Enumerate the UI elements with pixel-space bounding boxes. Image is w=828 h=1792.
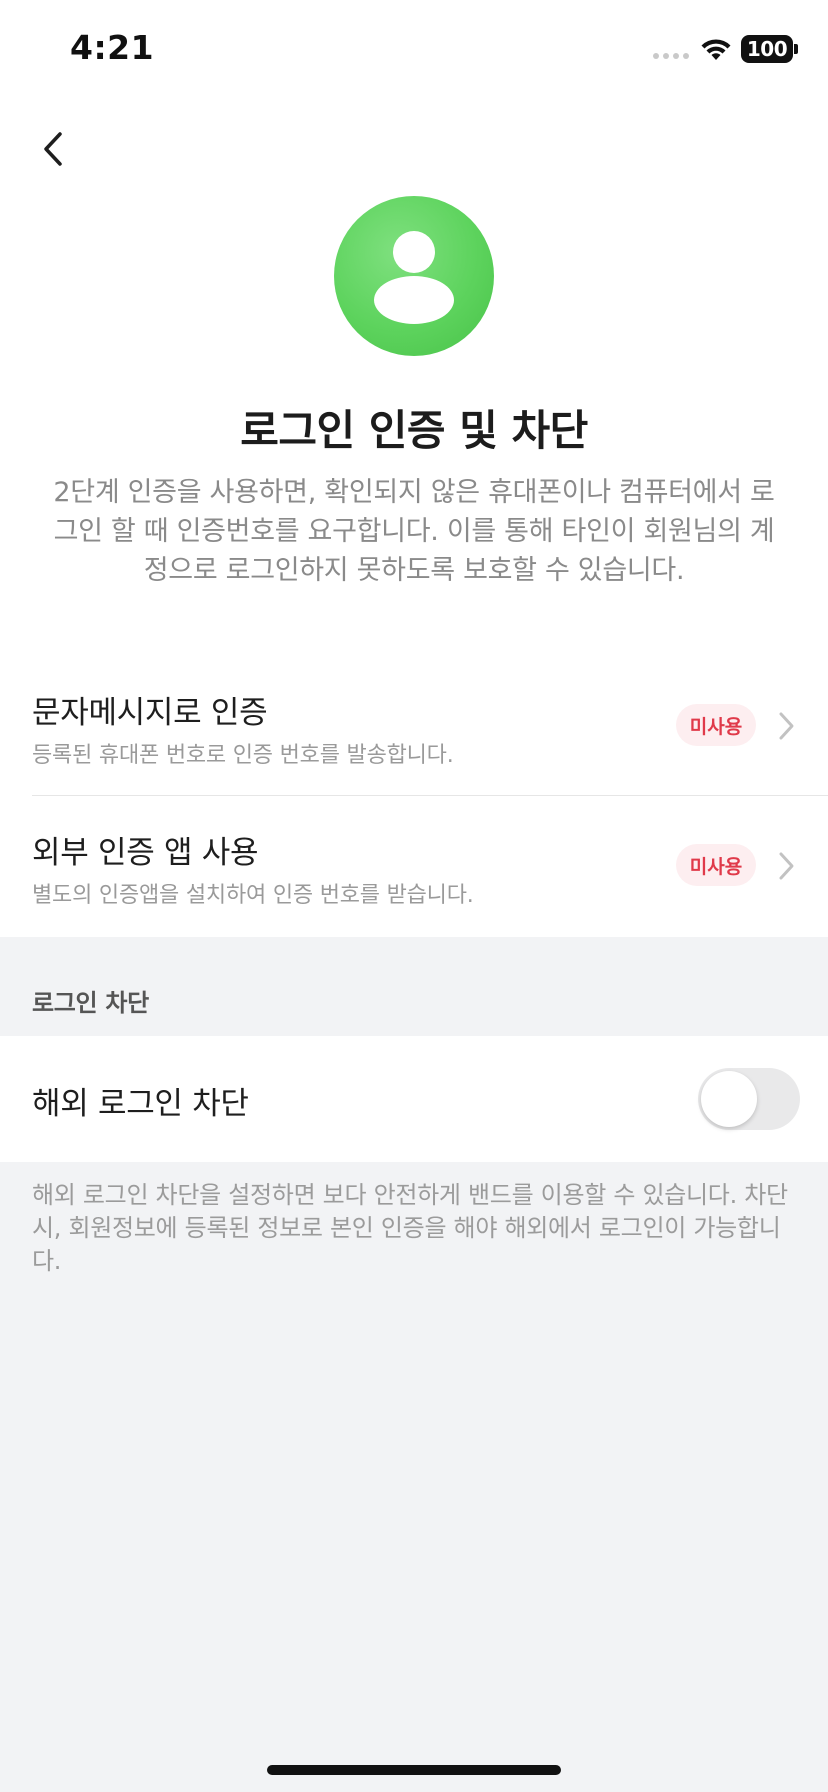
home-indicator xyxy=(267,1765,561,1775)
status-badge: 미사용 xyxy=(676,704,756,746)
battery-cap xyxy=(794,44,798,54)
chevron-right-icon xyxy=(779,712,794,740)
sms-auth-row[interactable]: 문자메시지로 인증 등록된 휴대폰 번호로 인증 번호를 발송합니다. 미사용 xyxy=(0,655,828,795)
status-badge: 미사용 xyxy=(676,844,756,886)
chevron-left-icon xyxy=(44,132,62,166)
overseas-login-block-label: 해외 로그인 차단 xyxy=(32,1086,249,1122)
sms-auth-subtitle: 등록된 휴대폰 번호로 인증 번호를 발송합니다. xyxy=(32,743,454,768)
person-icon xyxy=(374,231,454,324)
otp-app-auth-row[interactable]: 외부 인증 앱 사용 별도의 인증앱을 설치하여 인증 번호를 받습니다. 미사… xyxy=(0,796,828,936)
chevron-right-icon xyxy=(779,852,794,880)
wifi-icon xyxy=(701,39,731,60)
avatar xyxy=(334,196,494,356)
section-header-login-block: 로그인 차단 xyxy=(32,989,149,1017)
battery-indicator: 100 xyxy=(741,35,793,63)
otp-app-auth-title: 외부 인증 앱 사용 xyxy=(32,835,259,871)
toggle-knob xyxy=(701,1071,757,1127)
back-button[interactable] xyxy=(36,124,76,174)
status-time: 4:21 xyxy=(70,28,155,67)
otp-app-auth-subtitle: 별도의 인증앱을 설치하여 인증 번호를 받습니다. xyxy=(32,883,474,908)
cellular-signal-icon xyxy=(653,53,689,59)
overseas-login-block-toggle[interactable] xyxy=(698,1068,800,1130)
overseas-login-block-footnote: 해외 로그인 차단을 설정하면 보다 안전하게 밴드를 이용할 수 있습니다. … xyxy=(32,1181,788,1275)
page-title: 로그인 인증 및 차단 xyxy=(240,406,588,455)
sms-auth-title: 문자메시지로 인증 xyxy=(32,695,268,731)
overseas-login-block-row: 해외 로그인 차단 xyxy=(0,1036,828,1162)
page-description: 2단계 인증을 사용하면, 확인되지 않은 휴대폰이나 컴퓨터에서 로그인 할 … xyxy=(53,477,775,586)
